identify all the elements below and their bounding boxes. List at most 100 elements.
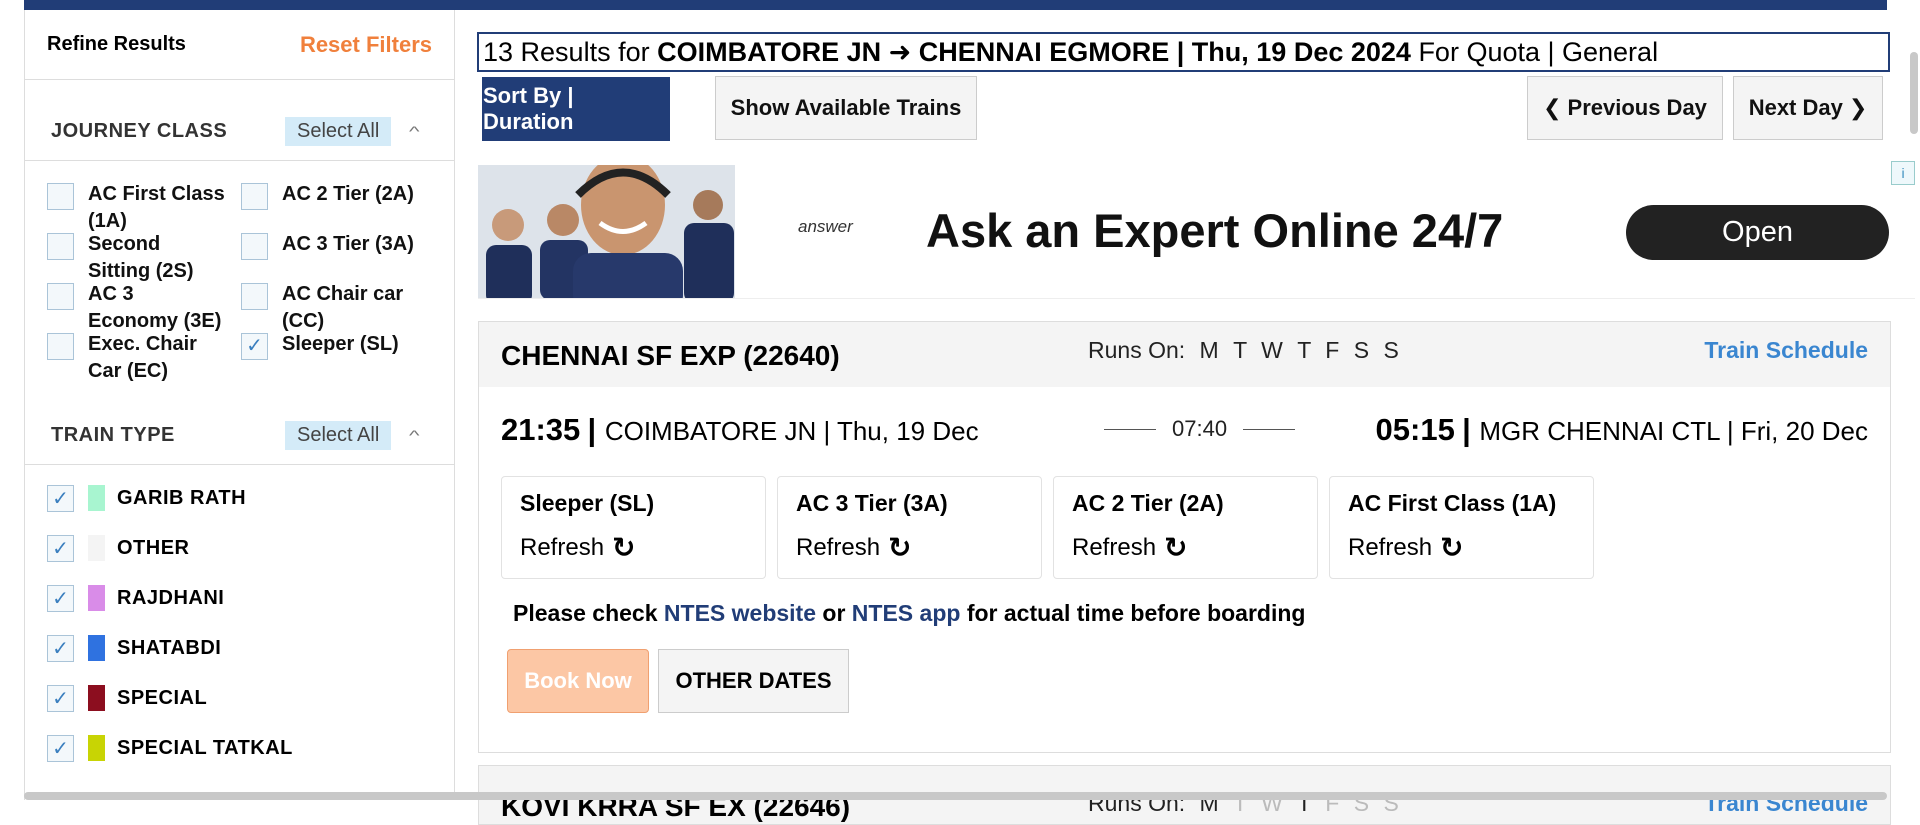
class-label: AC Chair car (CC)	[282, 283, 404, 332]
checkbox[interactable]	[47, 333, 74, 360]
chevron-right-icon: ❯	[1848, 95, 1868, 120]
ad-agent-image	[478, 165, 735, 298]
class-label: Sleeper (SL)	[282, 333, 399, 355]
class-option-ec[interactable]: Exec. Chair Car (EC)	[47, 331, 227, 385]
class-availability-3a[interactable]: AC 3 Tier (3A) Refresh ↻	[777, 476, 1042, 579]
day-tue: T	[1233, 337, 1247, 363]
train-schedule-link[interactable]: Train Schedule	[1704, 337, 1868, 364]
train-name: CHENNAI SF EXP (22640)	[501, 340, 840, 371]
checkbox[interactable]	[47, 183, 74, 210]
departure-time: 21:35	[501, 412, 581, 447]
class-name: AC 3 Tier (3A)	[796, 490, 948, 516]
ntes-app-link[interactable]: NTES app	[852, 600, 961, 626]
color-swatch	[88, 485, 105, 511]
note-text: or	[822, 600, 846, 626]
chevron-up-icon[interactable]: ^	[409, 123, 420, 139]
ad-headline: Ask an Expert Online 24/7	[926, 204, 1504, 257]
ad-open-button[interactable]: Open	[1626, 205, 1889, 260]
refresh-button[interactable]: Refresh ↻	[1348, 531, 1575, 564]
color-swatch	[88, 585, 105, 611]
train-type-special-tatkal[interactable]: ✓ SPECIAL TATKAL	[25, 723, 454, 773]
refresh-button[interactable]: Refresh ↻	[520, 531, 747, 564]
class-option-1a[interactable]: AC First Class (1A)	[47, 181, 247, 235]
day-sun: S	[1383, 337, 1399, 363]
arrival: 05:15 | MGR CHENNAI CTL | Fri, 20 Dec	[1375, 412, 1868, 447]
train-type-select-all[interactable]: Select All	[285, 420, 392, 450]
ntes-note: Please check NTES website or NTES app fo…	[513, 600, 1305, 627]
refresh-button[interactable]: Refresh ↻	[796, 531, 1023, 564]
results-prefix: 13 Results for	[483, 37, 650, 67]
checkbox-checked[interactable]: ✓	[47, 484, 74, 512]
ntes-website-link[interactable]: NTES website	[664, 600, 816, 626]
class-option-cc[interactable]: AC Chair car (CC)	[241, 281, 431, 335]
chevron-left-icon: ❮	[1543, 95, 1562, 120]
checkbox[interactable]	[241, 233, 268, 260]
vertical-scrollbar[interactable]	[1910, 52, 1918, 134]
day-fri: F	[1325, 337, 1340, 363]
class-option-3a[interactable]: AC 3 Tier (3A)	[241, 231, 451, 260]
refresh-icon: ↻	[612, 532, 636, 563]
class-name: Sleeper (SL)	[520, 490, 655, 516]
other-dates-button[interactable]: OTHER DATES	[658, 649, 849, 713]
train-type-label: OTHER	[117, 536, 190, 559]
train-card-header: CHENNAI SF EXP (22640) Runs On: M T W T …	[479, 322, 1890, 387]
train-type-garib-rath[interactable]: ✓ GARIB RATH	[25, 473, 454, 523]
checkbox[interactable]	[241, 283, 268, 310]
checkbox-checked[interactable]: ✓	[47, 634, 74, 662]
show-available-trains-button[interactable]: Show Available Trains	[715, 76, 977, 140]
results-summary: 13 Results for COIMBATORE JN ➜ CHENNAI E…	[477, 32, 1890, 72]
departure-station: COIMBATORE JN | Thu, 19 Dec	[604, 416, 979, 446]
class-availability-1a[interactable]: AC First Class (1A) Refresh ↻	[1329, 476, 1594, 579]
refresh-button[interactable]: Refresh ↻	[1072, 531, 1299, 564]
train-type-special[interactable]: ✓ SPECIAL	[25, 673, 454, 723]
day-sat: S	[1353, 337, 1370, 363]
train-type-label: RAJDHANI	[117, 586, 225, 609]
next-day-button[interactable]: Next Day ❯	[1733, 76, 1883, 140]
note-text: Please check	[513, 600, 658, 626]
class-option-sl[interactable]: ✓ Sleeper (SL)	[241, 331, 451, 360]
class-option-3e[interactable]: AC 3 Economy (3E)	[47, 281, 227, 335]
sort-by-duration-button[interactable]: Sort By | Duration	[482, 77, 670, 141]
checkbox-checked[interactable]: ✓	[47, 584, 74, 612]
checkbox-checked[interactable]: ✓	[47, 534, 74, 562]
duration-line	[1243, 428, 1296, 430]
class-option-2s[interactable]: Second Sitting (2S)	[47, 231, 227, 285]
previous-day-label: Previous Day	[1567, 95, 1707, 120]
class-label: Exec. Chair Car (EC)	[88, 333, 197, 382]
chevron-up-icon[interactable]: ^	[409, 427, 420, 443]
info-icon[interactable]: i	[1891, 161, 1915, 185]
checkbox-checked[interactable]: ✓	[47, 684, 74, 712]
checkbox[interactable]	[241, 183, 268, 210]
journey-class-select-all[interactable]: Select All	[285, 116, 392, 146]
ad-brand-logo: answer	[798, 217, 853, 236]
refresh-label: Refresh	[1072, 533, 1157, 561]
train-type-shatabdi[interactable]: ✓ SHATABDI	[25, 623, 454, 673]
book-now-button[interactable]: Book Now	[507, 649, 649, 713]
class-label: AC 2 Tier (2A)	[282, 183, 414, 205]
color-swatch	[88, 635, 105, 661]
refresh-icon: ↻	[1164, 532, 1188, 563]
class-availability-2a[interactable]: AC 2 Tier (2A) Refresh ↻	[1053, 476, 1318, 579]
checkbox-checked[interactable]: ✓	[241, 333, 268, 360]
horizontal-scrollbar[interactable]	[24, 792, 1887, 800]
results-main: 13 Results for COIMBATORE JN ➜ CHENNAI E…	[455, 10, 1920, 825]
train-type-rajdhani[interactable]: ✓ RAJDHANI	[25, 573, 454, 623]
arrival-time: 05:15	[1375, 412, 1455, 447]
class-label: AC 3 Economy (3E)	[88, 283, 222, 332]
checkbox[interactable]	[47, 283, 74, 310]
reset-filters-link[interactable]: Reset Filters	[300, 32, 432, 58]
journey-class-options: AC First Class (1A) AC 2 Tier (2A) Secon…	[25, 161, 454, 406]
train-type-label: SPECIAL	[117, 686, 208, 709]
checkbox[interactable]	[47, 233, 74, 260]
train-type-other[interactable]: ✓ OTHER	[25, 523, 454, 573]
journey-class-title: JOURNEY CLASS	[51, 119, 228, 142]
note-text: for actual time before boarding	[966, 600, 1306, 626]
refresh-label: Refresh	[520, 533, 605, 561]
class-availability-sl[interactable]: Sleeper (SL) Refresh ↻	[501, 476, 766, 579]
color-swatch	[88, 685, 105, 711]
previous-day-button[interactable]: ❮ Previous Day	[1527, 76, 1723, 140]
checkbox-checked[interactable]: ✓	[47, 734, 74, 762]
advertisement-banner[interactable]: answer Ask an Expert Online 24/7 Open i	[478, 161, 1915, 299]
class-option-2a[interactable]: AC 2 Tier (2A)	[241, 181, 451, 210]
duration-line	[1104, 428, 1156, 430]
